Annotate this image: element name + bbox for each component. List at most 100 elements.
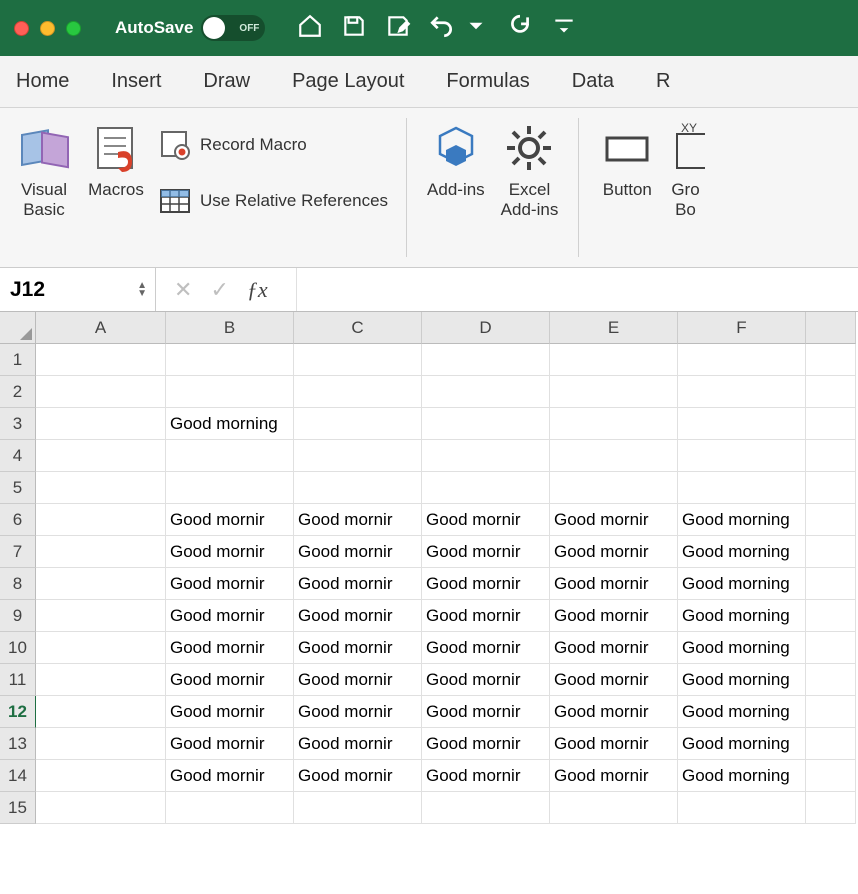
group-box-control[interactable]: XY Gro Bo [665, 116, 705, 225]
cell[interactable] [36, 760, 166, 792]
cell[interactable]: Good mornir [294, 600, 422, 632]
cell[interactable] [294, 792, 422, 824]
cell[interactable] [550, 792, 678, 824]
formula-input[interactable] [296, 268, 858, 311]
cell[interactable]: Good mornir [550, 536, 678, 568]
cell[interactable] [166, 376, 294, 408]
row-header[interactable]: 5 [0, 472, 36, 504]
cell[interactable]: Good mornir [166, 728, 294, 760]
cell[interactable]: Good mornir [550, 600, 678, 632]
row-header[interactable]: 9 [0, 600, 36, 632]
cell[interactable] [36, 664, 166, 696]
undo-icon[interactable] [429, 13, 455, 44]
cell[interactable] [422, 440, 550, 472]
tab-draw[interactable]: Draw [197, 62, 256, 101]
chevron-down-icon[interactable] [463, 13, 489, 44]
excel-addins-button[interactable]: Excel Add-ins [495, 116, 565, 225]
cell[interactable] [422, 792, 550, 824]
select-all-corner[interactable] [0, 312, 36, 344]
cell[interactable] [550, 440, 678, 472]
column-header[interactable]: C [294, 312, 422, 344]
cell[interactable]: Good mornir [294, 536, 422, 568]
cell[interactable]: Good mornir [422, 536, 550, 568]
cell[interactable] [806, 632, 856, 664]
cell[interactable] [678, 408, 806, 440]
cell[interactable]: Good mornir [550, 568, 678, 600]
cell[interactable]: Good mornir [166, 600, 294, 632]
cell[interactable] [294, 472, 422, 504]
cell[interactable] [806, 696, 856, 728]
cell[interactable]: Good mornir [166, 504, 294, 536]
cell[interactable]: Good mornir [422, 760, 550, 792]
cell[interactable]: Good mornir [166, 536, 294, 568]
home-icon[interactable] [297, 13, 323, 44]
row-header[interactable]: 13 [0, 728, 36, 760]
cell[interactable] [806, 376, 856, 408]
cell[interactable] [806, 344, 856, 376]
row-header[interactable]: 12 [0, 696, 36, 728]
row-header[interactable]: 1 [0, 344, 36, 376]
cell[interactable]: Good mornir [550, 696, 678, 728]
cell[interactable]: Good mornir [166, 696, 294, 728]
cell[interactable]: Good mornir [550, 728, 678, 760]
cell[interactable] [806, 536, 856, 568]
row-header[interactable]: 10 [0, 632, 36, 664]
row-header[interactable]: 3 [0, 408, 36, 440]
cell[interactable] [36, 728, 166, 760]
cell[interactable]: Good mornir [294, 664, 422, 696]
cell[interactable] [550, 376, 678, 408]
cell[interactable] [806, 792, 856, 824]
column-header[interactable]: F [678, 312, 806, 344]
cell[interactable]: Good morning [166, 408, 294, 440]
cell[interactable]: Good mornir [422, 664, 550, 696]
cell[interactable] [422, 408, 550, 440]
cell[interactable]: Good morning [678, 664, 806, 696]
cell[interactable]: Good mornir [294, 696, 422, 728]
button-control[interactable]: Button [593, 116, 661, 204]
cell[interactable] [806, 440, 856, 472]
cell[interactable] [422, 344, 550, 376]
column-header[interactable]: D [422, 312, 550, 344]
cell[interactable]: Good mornir [422, 728, 550, 760]
row-header[interactable]: 6 [0, 504, 36, 536]
row-header[interactable]: 7 [0, 536, 36, 568]
cell[interactable]: Good mornir [166, 632, 294, 664]
cell[interactable]: Good morning [678, 632, 806, 664]
column-header[interactable]: A [36, 312, 166, 344]
cell[interactable]: Good morning [678, 696, 806, 728]
row-header[interactable]: 2 [0, 376, 36, 408]
cell[interactable]: Good morning [678, 760, 806, 792]
cell[interactable] [550, 344, 678, 376]
row-header[interactable]: 14 [0, 760, 36, 792]
cell[interactable] [806, 472, 856, 504]
tab-formulas[interactable]: Formulas [440, 62, 535, 101]
cell[interactable] [550, 408, 678, 440]
cell[interactable] [806, 504, 856, 536]
customize-icon[interactable] [551, 13, 577, 44]
enter-icon[interactable]: ✓ [210, 277, 228, 303]
cell[interactable]: Good mornir [422, 696, 550, 728]
column-header[interactable]: E [550, 312, 678, 344]
tab-r[interactable]: R [650, 62, 676, 101]
record-macro-button[interactable]: Record Macro [154, 122, 392, 168]
cell[interactable] [166, 792, 294, 824]
cell[interactable] [36, 696, 166, 728]
tab-insert[interactable]: Insert [105, 62, 167, 101]
cell[interactable] [36, 536, 166, 568]
row-header[interactable]: 8 [0, 568, 36, 600]
cell[interactable]: Good morning [678, 568, 806, 600]
cell[interactable]: Good mornir [550, 664, 678, 696]
cell[interactable]: Good mornir [166, 664, 294, 696]
cell[interactable] [806, 760, 856, 792]
cell[interactable]: Good mornir [550, 504, 678, 536]
cell[interactable] [294, 376, 422, 408]
cell[interactable]: Good mornir [294, 504, 422, 536]
cell[interactable]: Good morning [678, 728, 806, 760]
cell[interactable]: Good mornir [294, 632, 422, 664]
close-window-button[interactable] [14, 21, 29, 36]
row-header[interactable]: 15 [0, 792, 36, 824]
cell[interactable] [678, 376, 806, 408]
cell[interactable] [550, 472, 678, 504]
cell[interactable] [806, 728, 856, 760]
row-header[interactable]: 4 [0, 440, 36, 472]
